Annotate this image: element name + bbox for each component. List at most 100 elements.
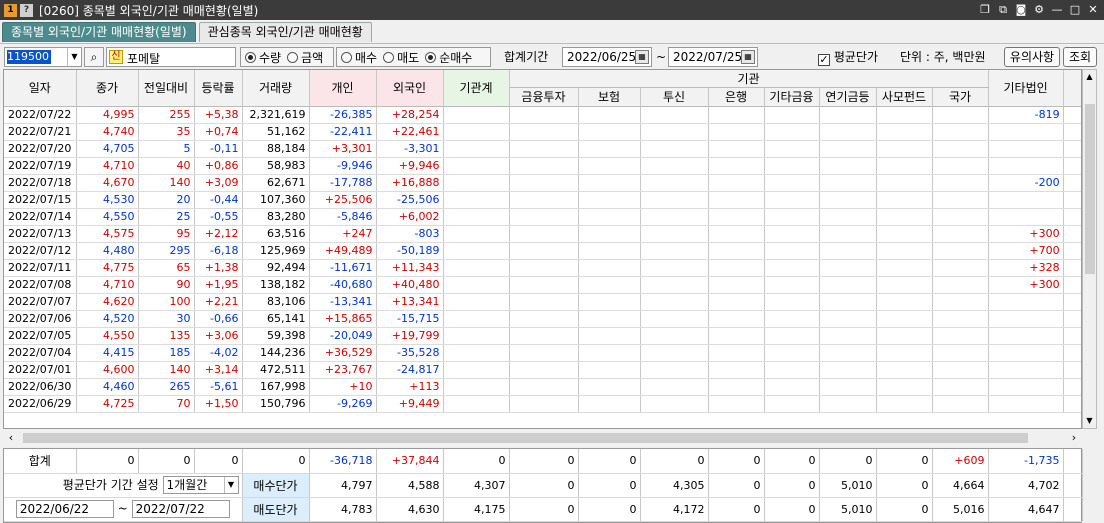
total-cell: 0 bbox=[138, 449, 195, 474]
gear-icon[interactable]: ⚙ bbox=[1032, 2, 1046, 17]
table-row[interactable]: 2022/07/08 4,710 90 +1,95 138,182 -40,680 +40,… bbox=[4, 276, 1081, 294]
col-insurance[interactable]: 보험 bbox=[578, 87, 641, 107]
cell: 0 bbox=[509, 497, 579, 522]
data-grid[interactable]: 일자 종가 전일대비 등락률 거래량 개인 외국인 기관계 기관 기타법인 기 … bbox=[3, 69, 1082, 429]
restore-icon[interactable]: ❐ bbox=[978, 2, 992, 17]
col-private-fund[interactable]: 사모펀드 bbox=[876, 87, 933, 107]
col-individual[interactable]: 개인 bbox=[309, 70, 377, 107]
cell-empty bbox=[876, 378, 933, 396]
cell-individual: -5,846 bbox=[309, 208, 377, 226]
table-row[interactable]: 2022/07/18 4,670 140 +3,09 62,671 -17,788 +16,… bbox=[4, 174, 1081, 192]
avg-price-checkbox[interactable]: ✓ 평균단가 bbox=[818, 47, 878, 67]
cell-empty bbox=[708, 242, 765, 260]
col-other-corp[interactable]: 기타법인 bbox=[988, 70, 1064, 107]
cell-empty bbox=[1063, 259, 1081, 277]
radio-quantity[interactable]: 수량 bbox=[245, 49, 281, 66]
table-row[interactable]: 2022/07/06 4,520 30 -0,66 65,141 +15,865 -15,7… bbox=[4, 310, 1081, 328]
cell-date: 2022/07/15 bbox=[4, 191, 77, 209]
maximize-icon[interactable]: □ bbox=[1068, 2, 1082, 17]
cell-rate: +3,09 bbox=[194, 174, 243, 192]
calendar-icon[interactable]: ▦ bbox=[635, 50, 649, 64]
cell-empty bbox=[509, 106, 579, 124]
col-bank[interactable]: 은행 bbox=[708, 87, 765, 107]
stock-code-input[interactable]: 119500 ▼ bbox=[4, 47, 82, 67]
table-row[interactable]: 2022/07/22 4,995 255 +5,38 2,321,619 -26,385 +… bbox=[4, 106, 1081, 124]
col-truncated[interactable]: 기 bbox=[1063, 70, 1081, 107]
col-nation[interactable]: 국가 bbox=[932, 87, 989, 107]
calendar-icon[interactable]: ▦ bbox=[741, 50, 755, 64]
notice-button[interactable]: 유의사항 bbox=[1004, 47, 1060, 67]
col-fin-invest[interactable]: 금융투자 bbox=[509, 87, 579, 107]
avg-from-input[interactable]: 2022/06/22 bbox=[15, 500, 114, 518]
table-row[interactable]: 2022/07/12 4,480 295 -6,18 125,969 +49,489 -50… bbox=[4, 242, 1081, 260]
table-row[interactable]: 2022/07/14 4,550 25 -0,55 83,280 -5,846 +6,002 bbox=[4, 208, 1081, 226]
cell-empty bbox=[443, 242, 510, 260]
cell-empty bbox=[640, 157, 709, 175]
close-icon[interactable]: ✕ bbox=[1086, 2, 1100, 17]
col-close[interactable]: 종가 bbox=[76, 70, 139, 107]
col-date[interactable]: 일자 bbox=[4, 70, 77, 107]
date-from-input[interactable]: 2022/06/25 ▦ bbox=[562, 47, 652, 67]
table-row[interactable]: 2022/07/13 4,575 95 +2,12 63,516 +247 -803 +300 bbox=[4, 225, 1081, 243]
cell-rate: -0,11 bbox=[194, 140, 243, 158]
tab-stock-daily[interactable]: 종목별 외국인/기관 매매현황(일별) bbox=[2, 22, 196, 42]
scroll-left-icon[interactable]: ‹ bbox=[3, 430, 19, 446]
table-row[interactable]: 2022/07/01 4,600 140 +3,14 472,511 +23,767 -24… bbox=[4, 361, 1081, 379]
cell-empty bbox=[443, 293, 510, 311]
scroll-thumb[interactable] bbox=[1085, 104, 1095, 274]
table-row[interactable]: 2022/07/21 4,740 35 +0,74 51,162 -22,411 +22,4… bbox=[4, 123, 1081, 141]
date-to-input[interactable]: 2022/07/25 ▦ bbox=[668, 47, 758, 67]
radio-amount[interactable]: 금액 bbox=[287, 49, 323, 66]
table-row[interactable]: 2022/06/29 4,725 70 +1,50 150,796 -9,269 +9,44… bbox=[4, 395, 1081, 413]
copy-icon[interactable]: ⧉ bbox=[996, 2, 1010, 17]
table-row[interactable]: 2022/06/30 4,460 265 -5,61 167,998 +10 +113 bbox=[4, 378, 1081, 396]
radio-net-buy[interactable]: 순매수 bbox=[425, 49, 472, 66]
query-button[interactable]: 조회 bbox=[1063, 47, 1097, 67]
scroll-up-icon[interactable]: ▲ bbox=[1083, 70, 1096, 84]
col-other-fin[interactable]: 기타금융 bbox=[764, 87, 820, 107]
table-row[interactable]: 2022/07/19 4,710 40 +0,86 58,983 -9,946 +9,946 bbox=[4, 157, 1081, 175]
tab-watchlist[interactable]: 관심종목 외국인/기관 매매현황 bbox=[198, 22, 372, 42]
col-foreign[interactable]: 외국인 bbox=[376, 70, 444, 107]
cell-empty bbox=[578, 276, 641, 294]
vertical-scrollbar[interactable]: ▲ ▼ bbox=[1082, 69, 1097, 429]
total-cell: 0 bbox=[819, 449, 877, 474]
cell-empty bbox=[708, 361, 765, 379]
col-pension[interactable]: 연기금등 bbox=[819, 87, 877, 107]
new-listing-badge: 신 bbox=[109, 50, 123, 64]
cell-empty bbox=[819, 361, 877, 379]
radio-buy[interactable]: 매수 bbox=[341, 49, 377, 66]
radio-sell[interactable]: 매도 bbox=[383, 49, 419, 66]
col-inst-total[interactable]: 기관계 bbox=[443, 70, 510, 107]
cell: 4,702 bbox=[988, 473, 1064, 498]
help-icon[interactable]: ? bbox=[20, 3, 33, 17]
col-trust[interactable]: 투신 bbox=[640, 87, 709, 107]
avg-period-select[interactable]: 1개월간 ▼ bbox=[162, 476, 239, 495]
minimize-icon[interactable]: — bbox=[1050, 2, 1064, 17]
total-cell: 0 bbox=[708, 449, 765, 474]
table-row[interactable]: 2022/07/07 4,620 100 +2,21 83,106 -13,341 +13,… bbox=[4, 293, 1081, 311]
col-rate[interactable]: 등락률 bbox=[194, 70, 243, 107]
table-row[interactable]: 2022/07/20 4,705 5 -0,11 88,184 +3,301 -3,301 bbox=[4, 140, 1081, 158]
scroll-down-icon[interactable]: ▼ bbox=[1083, 414, 1096, 428]
cell-change: 25 bbox=[138, 208, 195, 226]
avg-to-input[interactable]: 2022/07/22 bbox=[131, 500, 230, 518]
cell-empty bbox=[819, 378, 877, 396]
scroll-thumb-h[interactable] bbox=[23, 433, 1028, 443]
cell-empty bbox=[819, 293, 877, 311]
col-change[interactable]: 전일대비 bbox=[138, 70, 195, 107]
chevron-down-icon[interactable]: ▼ bbox=[67, 48, 81, 66]
camera-icon[interactable]: ◙ bbox=[1014, 2, 1028, 17]
scroll-right-icon[interactable]: › bbox=[1066, 430, 1082, 446]
col-volume[interactable]: 거래량 bbox=[242, 70, 310, 107]
search-icon[interactable]: ⌕ bbox=[84, 47, 104, 67]
cell-close: 4,480 bbox=[76, 242, 139, 260]
table-row[interactable]: 2022/07/04 4,415 185 -4,02 144,236 +36,529 -35… bbox=[4, 344, 1081, 362]
horizontal-scrollbar[interactable]: ‹ › bbox=[3, 430, 1082, 446]
app-number-icon[interactable]: 1 bbox=[4, 3, 17, 17]
table-row[interactable]: 2022/07/15 4,530 20 -0,44 107,360 +25,506 -25,… bbox=[4, 191, 1081, 209]
table-row[interactable]: 2022/07/05 4,550 135 +3,06 59,398 -20,049 +19,… bbox=[4, 327, 1081, 345]
cell-empty bbox=[764, 276, 820, 294]
cell-empty bbox=[819, 242, 877, 260]
table-row[interactable]: 2022/07/11 4,775 65 +1,38 92,494 -11,671 +11,3… bbox=[4, 259, 1081, 277]
